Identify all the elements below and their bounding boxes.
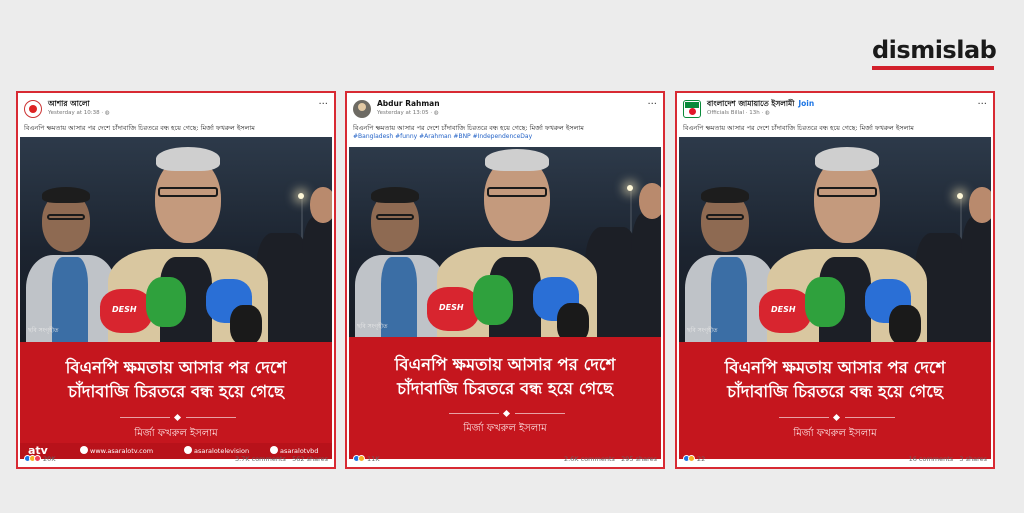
author-name[interactable]: Abdur Rahman [377, 99, 440, 108]
mic-label: DESH [112, 305, 137, 314]
headline-text: বিএনপি ক্ষমতায় আসার পর দেশে চাঁদাবাজি চ… [394, 355, 616, 398]
headline-text: বিএনপি ক্ষমতায় আসার পর দেশে চাঁদাবাজি চ… [724, 358, 946, 401]
post-meta: Yesterday at 13:05 · ◍ [377, 110, 439, 116]
post-stats: 20K 3.7K comments 562 shares [24, 455, 328, 465]
shares-count[interactable]: 562 shares [292, 455, 328, 463]
website-link[interactable]: www.asaralotv.com [80, 446, 153, 455]
mic-label: DESH [771, 305, 796, 314]
post-caption: বিএনপি ক্ষমতায় আসার পর দেশে চাঁদাবাজি চ… [683, 124, 914, 132]
facebook-post-3: বাংলাদেশ জামায়াতে ইসলামী Join Officials … [675, 91, 995, 469]
photo-credit: ছবি সংগৃহীত [357, 323, 388, 330]
avatar[interactable] [353, 100, 371, 118]
more-options-icon[interactable]: ··· [977, 99, 987, 110]
post-image[interactable]: DESH ছবি সংগৃহীত বিএনপি ক্ষমতায় আসার পর… [349, 147, 661, 459]
brand-logo: dismislab [872, 36, 997, 64]
comments-count[interactable]: 2.6K comments [564, 455, 615, 463]
join-button[interactable]: Join [798, 99, 814, 108]
brand-underline [872, 66, 994, 70]
more-options-icon[interactable]: ··· [318, 99, 328, 110]
speaker-name: মির্জা ফখরুল ইসলাম [134, 428, 218, 439]
headline-panel: বিএনপি ক্ষমতায় আসার পর দেশে চাঁদাবাজি চ… [349, 337, 661, 459]
headline-panel: বিএনপি ক্ষমতায় আসার পর দেশে চাঁদাবাজি চ… [20, 342, 332, 459]
shares-count[interactable]: 295 shares [621, 455, 657, 463]
youtube-icon [270, 446, 278, 454]
headline-text: বিএনপি ক্ষমতায় আসার পর দেশে চাঁদাবাজি চ… [65, 358, 287, 401]
post-stats: 22 16 comments 3 shares [683, 455, 987, 465]
headline-panel: বিএনপি ক্ষমতায় আসার পর দেশে চাঁদাবাজি চ… [679, 342, 991, 459]
facebook-post-2: Abdur Rahman Yesterday at 13:05 · ◍ ··· … [345, 91, 665, 469]
avatar[interactable] [683, 100, 701, 118]
post-header: বাংলাদেশ জামায়াতে ইসলামী Join Officials … [683, 99, 987, 123]
mic-label: DESH [439, 303, 464, 312]
post-header: Abdur Rahman Yesterday at 13:05 · ◍ ··· [353, 99, 657, 123]
comments-count[interactable]: 3.7K comments [235, 455, 286, 463]
facebook-link[interactable]: asaralotelevision [184, 446, 249, 455]
post-caption: বিএনপি ক্ষমতায় আসার পর দেশে চাঁদাবাজি চ… [24, 124, 255, 132]
post-stats: 11K 2.6K comments 295 shares [353, 455, 657, 465]
speaker-name: মির্জা ফখরুল ইসলাম [463, 423, 547, 434]
haha-icon [688, 455, 695, 462]
globe-icon: ◍ [764, 110, 770, 116]
comments-count[interactable]: 16 comments [909, 455, 954, 463]
speaker-name: মির্জা ফখরুল ইসলাম [793, 428, 877, 439]
post-meta: Officials Billal · 13h · ◍ [707, 110, 770, 116]
photo-credit: ছবি সংগৃহীত [687, 327, 718, 334]
more-options-icon[interactable]: ··· [647, 99, 657, 110]
love-icon [34, 455, 41, 462]
reactions[interactable]: 11K [353, 455, 380, 463]
photo-scene: DESH ছবি সংগৃহীত [20, 137, 332, 342]
facebook-icon [184, 446, 192, 454]
photo-scene: DESH ছবি সংগৃহীত [679, 137, 991, 342]
post-image[interactable]: DESH ছবি সংগৃহীত বিএনপি ক্ষমতায় আসার পর… [679, 137, 991, 459]
globe-icon: ◍ [104, 110, 110, 116]
reactions[interactable]: 22 [683, 455, 705, 463]
post-meta: Yesterday at 10:38 · ◍ [48, 110, 110, 116]
photo-scene: DESH ছবি সংগৃহীত [349, 147, 661, 337]
youtube-link[interactable]: asaralotvbd [270, 446, 318, 455]
globe-icon: ◍ [433, 110, 439, 116]
avatar[interactable] [24, 100, 42, 118]
post-image[interactable]: DESH ছবি সংগৃহীত বিএনপি ক্ষমতায় আসার পর… [20, 137, 332, 459]
globe-icon [80, 446, 88, 454]
hashtags[interactable]: #Bangladesh #funny #Arahman #BNP #Indepe… [353, 133, 657, 140]
shares-count[interactable]: 3 shares [959, 455, 987, 463]
haha-icon [358, 455, 365, 462]
reactions[interactable]: 20K [24, 455, 56, 463]
post-header: আশার আলো Yesterday at 10:38 · ◍ ··· [24, 99, 328, 123]
facebook-post-1: আশার আলো Yesterday at 10:38 · ◍ ··· বিএন… [16, 91, 336, 469]
photo-credit: ছবি সংগৃহীত [28, 327, 59, 334]
